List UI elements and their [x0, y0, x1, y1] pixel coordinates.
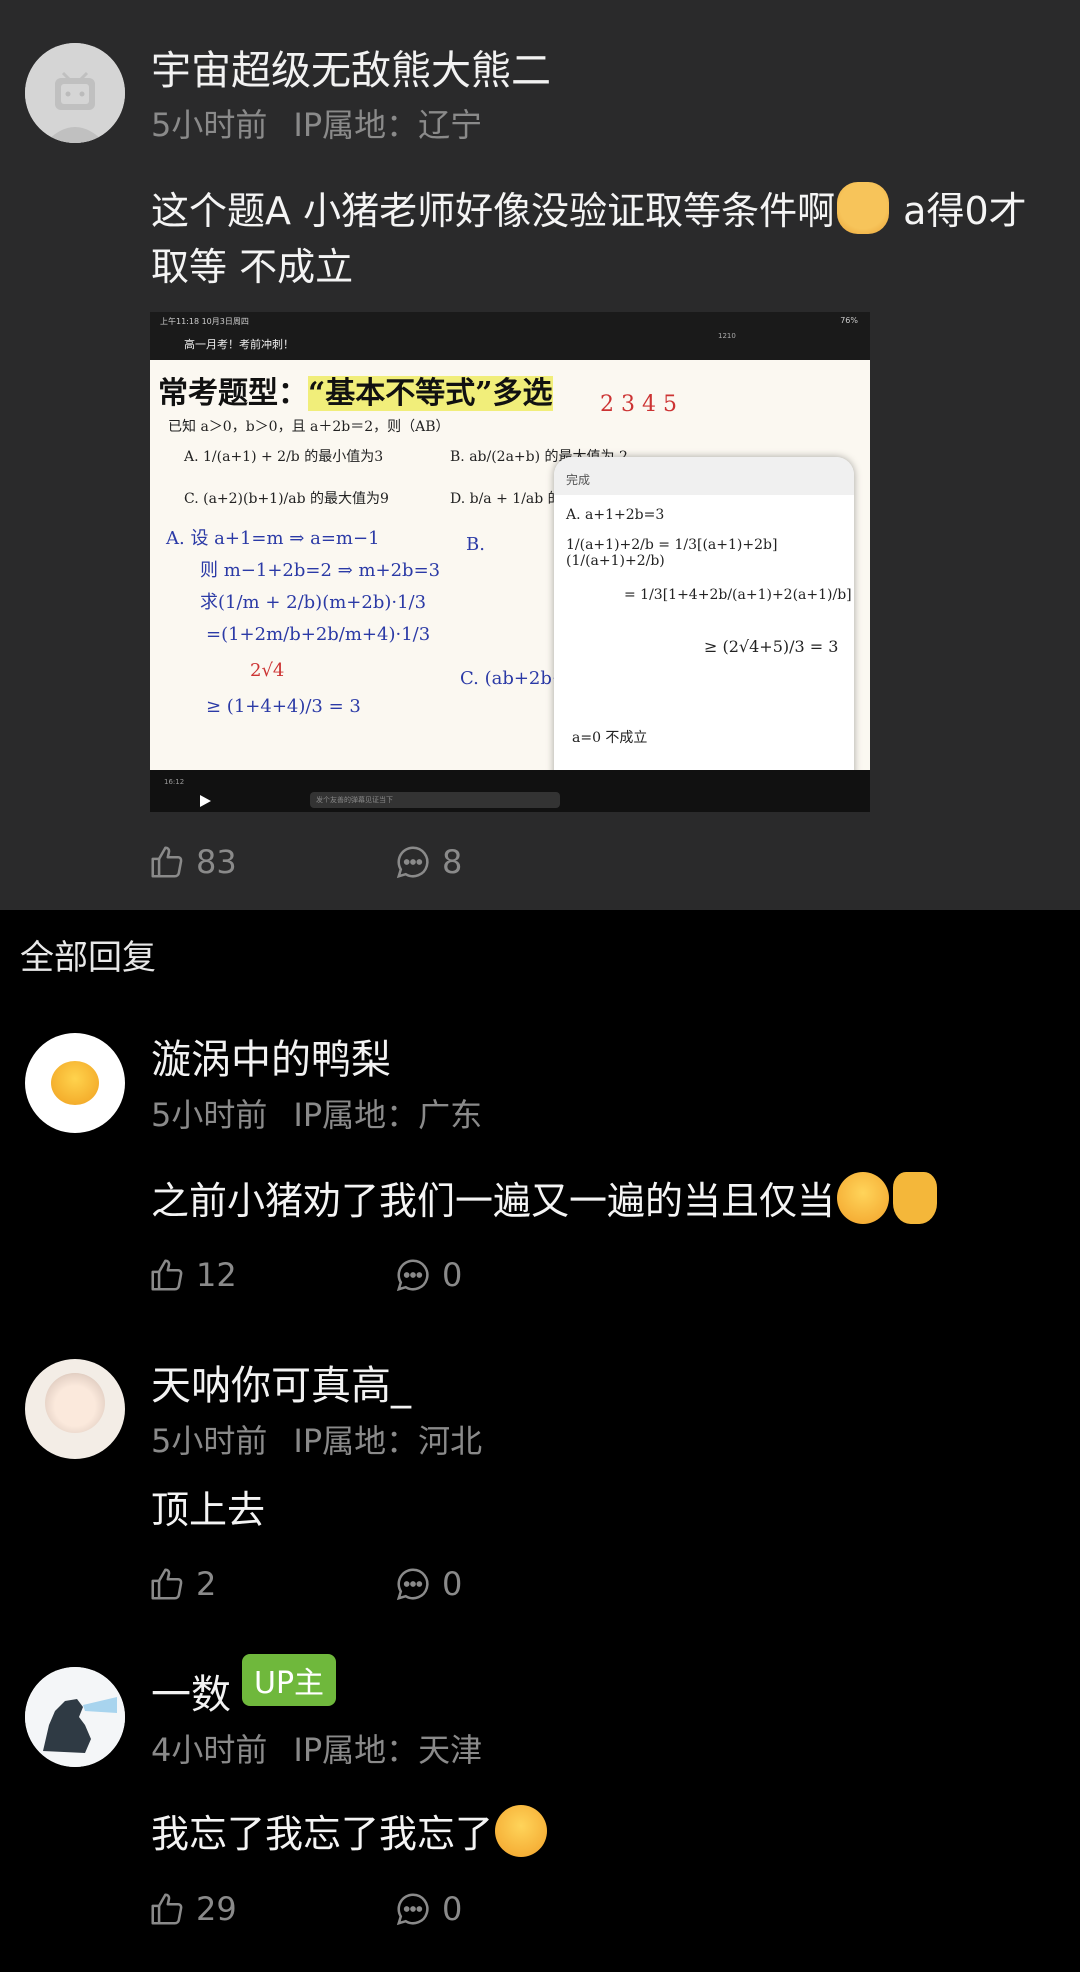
comment-text: 顶上去 — [151, 1488, 266, 1532]
comment-meta: 5小时前 IP属地：辽宁 — [151, 100, 482, 146]
comment-text: 之前小猪劝了我们一遍又一遍的当且仅当 — [151, 1172, 1040, 1229]
anime-character-avatar-icon — [45, 1373, 105, 1433]
section-title: 全部回复 — [20, 938, 156, 978]
floating-note-window[interactable]: 完成 A. a+1+2b=3 1/(a+1)+2/b = 1/3[(a+1)+2… — [554, 457, 854, 797]
image-video-title: 高一月考！考前冲刺！ — [184, 338, 294, 351]
image-like-count: 1210 — [718, 332, 736, 340]
comment-text-content: 之前小猪劝了我们一遍又一遍的当且仅当 — [151, 1179, 836, 1223]
comment-meta: 5小时前 IP属地：广东 — [151, 1090, 482, 1136]
comment-text: 这个题A 小猪老师好像没验证取等条件啊 a得0才取等 不成立 — [151, 182, 1040, 295]
reply-button[interactable]: 8 — [394, 843, 462, 881]
image-problem: 已知 a＞0，b＞0，且 a＋2b＝2，则（AB） — [168, 419, 450, 435]
like-count: 12 — [196, 1256, 237, 1294]
note-handwriting-4: ≥ (2√4+5)/3 = 3 — [704, 637, 839, 656]
flushed-face-emoji-icon — [837, 1172, 890, 1224]
username[interactable]: 宇宙超级无敌熊大熊二 — [151, 38, 551, 96]
reply-actions: 2 0 — [148, 1565, 462, 1603]
up-owner-badge: UP主 — [242, 1654, 337, 1706]
reply-button[interactable]: 0 — [394, 1256, 462, 1294]
image-status-left: 上午11:18 10月3日周四 — [160, 317, 249, 326]
reply-actions: 29 0 — [148, 1890, 462, 1928]
like-button[interactable]: 29 — [148, 1890, 237, 1928]
comment-bubble-icon — [396, 846, 429, 879]
thumbs-up-icon — [151, 1259, 183, 1291]
comment-time: 5小时前 — [151, 1422, 268, 1460]
danmaku-input[interactable]: 发个友善的弹幕见证当下 — [310, 792, 560, 808]
godzilla-avatar-icon — [25, 1667, 125, 1767]
comment-time: 5小时前 — [151, 106, 268, 144]
image-work-3: 求(1/m + 2/b)(m+2b)·1/3 — [200, 592, 427, 613]
comment-bubble-icon — [396, 1893, 429, 1926]
username[interactable]: 一数 — [151, 1662, 231, 1720]
like-count: 2 — [196, 1565, 217, 1603]
like-button[interactable]: 2 — [148, 1565, 216, 1603]
image-top-bar: 上午11:18 10月3日周四 76% 高一月考！考前冲刺！ 1210 — [150, 312, 870, 360]
comment-meta: 5小时前 IP属地：河北 — [151, 1416, 482, 1462]
note-handwriting-5: a=0 不成立 — [572, 730, 648, 746]
image-heading: 常考题型：“基本不等式”多选 — [158, 368, 553, 412]
ip-location: IP属地：广东 — [293, 1096, 483, 1134]
image-heading-pre: 常考题型： — [158, 376, 308, 411]
like-button[interactable]: 12 — [148, 1256, 237, 1294]
ip-location: IP属地：天津 — [293, 1731, 483, 1769]
image-status-right: 76% — [840, 316, 858, 325]
image-option-c: C. (a+2)(b+1)/ab 的最大值为9 — [184, 491, 389, 507]
note-handwriting-2: 1/(a+1)+2/b = 1/3[(a+1)+2b](1/(a+1)+2/b) — [566, 537, 778, 569]
image-option-a: A. 1/(a+1) + 2/b 的最小值为3 — [184, 449, 384, 465]
thumbs-up-icon — [151, 1893, 183, 1925]
comment-bubble-icon — [396, 1259, 429, 1292]
like-count: 29 — [196, 1890, 237, 1928]
image-work-b: B. — [466, 534, 485, 555]
video-control-bar: 16:12 发个友善的弹幕见证当下 — [150, 770, 870, 812]
image-work-1: A. 设 a+1=m ⇒ a=m−1 — [166, 528, 380, 549]
like-count: 83 — [196, 843, 237, 881]
play-icon[interactable] — [198, 794, 212, 808]
comment-time: 4小时前 — [151, 1731, 268, 1769]
avatar[interactable] — [25, 1667, 125, 1767]
image-heading-highlight: “基本不等式”多选 — [308, 376, 553, 411]
comment-text-content: 我忘了我忘了我忘了 — [151, 1812, 494, 1856]
reply-count: 0 — [442, 1256, 463, 1294]
like-button[interactable]: 83 — [148, 843, 237, 881]
reply-button[interactable]: 0 — [394, 1565, 462, 1603]
main-actions: 83 8 — [148, 843, 462, 881]
username[interactable]: 天呐你可真高_ — [151, 1353, 411, 1411]
cat-rose-emoji-icon — [837, 182, 890, 234]
comment-image[interactable]: 上午11:18 10月3日周四 76% 高一月考！考前冲刺！ 1210 常考题型… — [150, 312, 870, 812]
reply-button[interactable]: 0 — [394, 1890, 462, 1928]
reply-count: 8 — [442, 843, 463, 881]
note-toolbar: 完成 — [554, 457, 854, 495]
note-handwriting-3: = 1/3[1+4+2b/(a+1)+2(a+1)/b] — [624, 587, 852, 603]
reply-count: 0 — [442, 1565, 463, 1603]
comment-time: 5小时前 — [151, 1096, 268, 1134]
avatar[interactable] — [25, 1033, 125, 1133]
face-with-hands-emoji-icon — [495, 1805, 548, 1857]
default-avatar-icon — [25, 43, 125, 143]
reply-actions: 12 0 — [148, 1256, 462, 1294]
thumbs-up-icon — [151, 1568, 183, 1600]
note-handwriting: A. a+1+2b=3 — [566, 507, 665, 523]
avatar[interactable] — [25, 1359, 125, 1459]
avatar[interactable] — [25, 43, 125, 143]
username[interactable]: 漩涡中的鸭梨 — [151, 1027, 391, 1085]
image-handwriting-top: 2 3 4 5 — [600, 392, 677, 417]
main-comment: 宇宙超级无敌熊大熊二 5小时前 IP属地：辽宁 这个题A 小猪老师好像没验证取等条… — [0, 0, 1080, 910]
image-work-4: =(1+2m/b+2b/m+4)·1/3 — [206, 624, 431, 645]
reply-count: 0 — [442, 1890, 463, 1928]
comment-meta: 4小时前 IP属地：天津 — [151, 1725, 482, 1771]
image-work-2: 则 m−1+2b=2 ⇒ m+2b=3 — [200, 560, 441, 581]
ip-location: IP属地：辽宁 — [293, 106, 483, 144]
image-work-6: ≥ (1+4+4)/3 = 3 — [206, 696, 361, 717]
image-work-5: 2√4 — [250, 660, 285, 681]
ip-location: IP属地：河北 — [293, 1422, 483, 1460]
thinking-emoji-icon — [51, 1061, 99, 1105]
thumbs-up-emoji-icon — [893, 1172, 938, 1224]
thumbs-up-icon — [151, 846, 183, 878]
video-time-code: 16:12 — [164, 778, 185, 786]
comment-text-part1: 这个题A 小猪老师好像没验证取等条件啊 — [151, 189, 836, 233]
comment-text: 我忘了我忘了我忘了 — [151, 1805, 1040, 1862]
comment-bubble-icon — [396, 1568, 429, 1601]
note-done-label[interactable]: 完成 — [566, 473, 590, 487]
